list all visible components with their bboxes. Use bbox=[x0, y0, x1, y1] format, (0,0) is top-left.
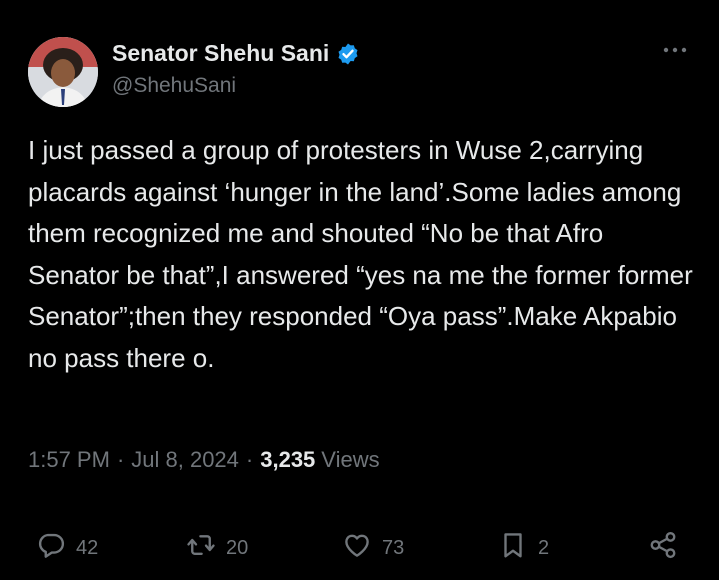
meta-separator: · bbox=[245, 447, 254, 472]
more-horizontal-icon[interactable] bbox=[661, 40, 689, 60]
repost-arrows-icon bbox=[186, 530, 216, 566]
heart-icon bbox=[342, 530, 372, 566]
reply-count: 42 bbox=[76, 536, 99, 559]
avatar[interactable] bbox=[28, 37, 98, 107]
action-bar: 42 20 73 2 bbox=[0, 528, 719, 568]
author-display-name[interactable]: Senator Shehu Sani bbox=[112, 40, 329, 67]
reply-button[interactable]: 42 bbox=[36, 528, 98, 568]
views-count: 3,235 bbox=[260, 447, 316, 472]
author-name-row: Senator Shehu Sani bbox=[112, 40, 360, 67]
views-label: Views bbox=[321, 447, 380, 472]
verified-badge-icon[interactable] bbox=[336, 42, 360, 66]
tweet-card: Senator Shehu Sani @ShehuSani I just pas… bbox=[0, 0, 719, 580]
bookmark-button[interactable]: 2 bbox=[498, 528, 549, 568]
like-button[interactable]: 73 bbox=[342, 528, 404, 568]
repost-button[interactable]: 20 bbox=[186, 528, 248, 568]
post-text: I just passed a group of protesters in W… bbox=[28, 135, 700, 373]
post-metadata: 1:57 PM · Jul 8, 2024 · 3,235 Views bbox=[28, 447, 380, 473]
author-handle[interactable]: @ShehuSani bbox=[112, 74, 236, 98]
like-count: 73 bbox=[382, 536, 405, 559]
share-button[interactable] bbox=[648, 528, 678, 568]
post-time[interactable]: 1:57 PM bbox=[28, 447, 110, 473]
share-nodes-icon bbox=[648, 530, 678, 566]
bookmark-icon bbox=[498, 530, 528, 566]
post-date[interactable]: Jul 8, 2024 bbox=[131, 447, 239, 473]
reply-bubble-icon bbox=[36, 530, 66, 566]
repost-count: 20 bbox=[226, 536, 249, 559]
bookmark-count: 2 bbox=[538, 536, 550, 559]
meta-separator: · bbox=[116, 447, 125, 472]
